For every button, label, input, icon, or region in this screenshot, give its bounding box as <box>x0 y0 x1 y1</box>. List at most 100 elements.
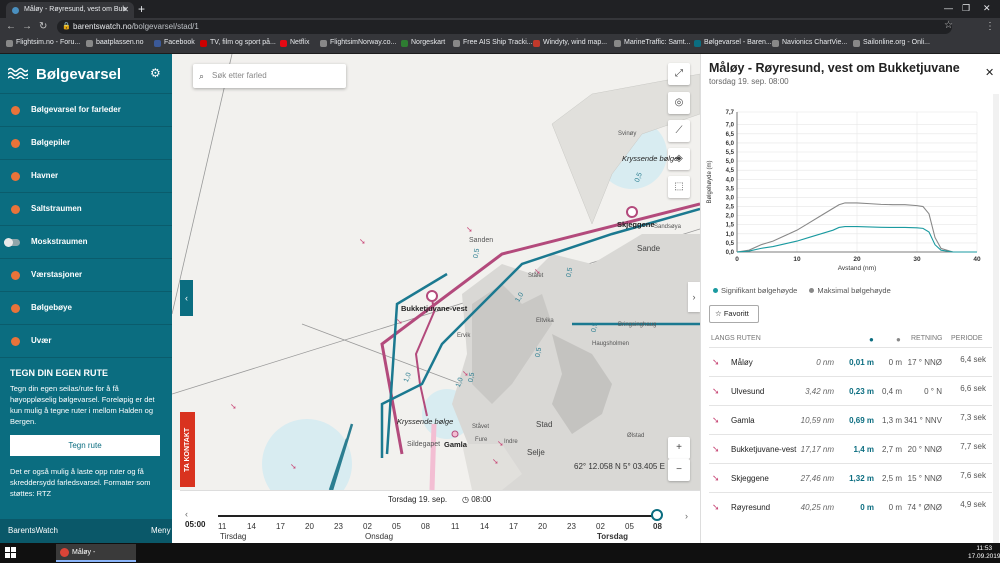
back-icon[interactable]: ← <box>6 21 16 32</box>
route-point-row[interactable]: ➘ Ulvesund 3,42 nm 0,23 m 0,4 m 0 ° N 6,6 sek <box>709 376 992 405</box>
timeline-tick[interactable]: 14 <box>247 522 256 531</box>
zoom-in-button[interactable]: + <box>668 437 690 459</box>
header-period: PERIODE <box>951 335 983 342</box>
bookmark-item[interactable]: Free AIS Ship Tracki... <box>453 39 533 47</box>
bookmark-item[interactable]: baatplassen.no <box>86 39 143 47</box>
timeline-tick[interactable]: 05 <box>625 522 634 531</box>
sidebar-item-moskstraumen[interactable]: Moskstraumen <box>0 226 172 259</box>
max-height: 1,3 m <box>881 416 902 425</box>
window-close-icon[interactable]: ✕ <box>983 3 991 14</box>
sidebar-item-farleder[interactable]: Bølgevarsel for farleder <box>0 94 172 127</box>
minimize-icon[interactable]: — <box>944 3 953 13</box>
sidebar-item-label: Bølgepiler <box>31 138 71 147</box>
route-point-row[interactable]: ➘ Røyresund 40,25 nm 0 m 0 m 74 ° ØNØ 4,9 sek <box>709 492 992 521</box>
timeline-tick[interactable]: 08 <box>653 522 662 531</box>
bookmark-item[interactable]: Flightsim.no - Foru... <box>6 39 80 47</box>
y-tick-label: 4,5 <box>726 168 735 174</box>
taskbar-clock[interactable]: 11:53 17.09.2019 <box>968 545 1000 561</box>
browser-tab[interactable]: Måløy - Røyresund, vest om Buk ✕ <box>6 2 134 18</box>
bookmark-item[interactable]: FlightsimNorway.co... <box>320 39 396 47</box>
route-upload-text: Det er også mulig å laste opp ruter og f… <box>10 467 151 498</box>
bookmark-item[interactable]: Windyty, wind map... <box>533 39 607 47</box>
contact-button[interactable]: TA KONTAKT <box>180 412 195 487</box>
timeline-tick[interactable]: 17 <box>509 522 518 531</box>
layer-toggle-dot[interactable] <box>11 304 20 313</box>
wave-direction: 341 ° NNV <box>904 416 942 425</box>
timeline-tick[interactable]: 02 <box>363 522 372 531</box>
bookmark-item[interactable]: Norgeskart <box>401 39 445 47</box>
wave-period: 6,4 sek <box>960 355 986 364</box>
browser-tab-strip: Måløy - Røyresund, vest om Buk ✕ + — ❐ ✕ <box>0 0 1000 18</box>
barentswatch-logo[interactable]: BarentsWatch <box>8 526 58 535</box>
collapse-sidebar-button[interactable]: ‹ <box>180 280 193 316</box>
bookmark-item[interactable]: Navionics ChartVie... <box>772 39 847 47</box>
layer-toggle-dot[interactable] <box>11 172 20 181</box>
timeline-tick[interactable]: 11 <box>218 522 226 531</box>
route-point-row[interactable]: ➘ Gamla 10,59 nm 0,69 m 1,3 m 341 ° NNV 7,3 se… <box>709 405 992 434</box>
forward-icon[interactable]: → <box>22 21 32 32</box>
layer-toggle-dot[interactable] <box>11 271 20 280</box>
bookmark-item[interactable]: MarineTraffic: Samt... <box>614 39 691 47</box>
share-icon[interactable]: ⬚ <box>668 176 690 198</box>
timeline-track[interactable] <box>218 515 656 517</box>
bookmark-item[interactable]: Bølgevarsel - Baren... <box>694 39 772 47</box>
timeline-tick[interactable]: 23 <box>334 522 343 531</box>
timeline-prev-icon[interactable]: ‹ <box>185 509 188 519</box>
sidebar-item-vaerstasjoner[interactable]: Værstasjoner <box>0 259 172 292</box>
sidebar-item-uvaer[interactable]: Uvær <box>0 325 172 358</box>
sidebar-item-label: Saltstraumen <box>31 204 82 213</box>
layer-toggle-switch[interactable] <box>4 238 20 247</box>
timeline-tick[interactable]: 05 <box>392 522 401 531</box>
reload-icon[interactable]: ↻ <box>39 21 47 32</box>
locate-icon[interactable]: ◎ <box>668 92 690 114</box>
point-distance: 40,25 nm <box>800 503 834 512</box>
close-icon[interactable]: ✕ <box>985 66 994 79</box>
route-point-row[interactable]: ➘ Skjeggene 27,46 nm 1,32 m 2,5 m 15 ° NNØ 7,6… <box>709 463 992 492</box>
map-canvas[interactable]: ➘ ➘ ➘ ➘ ➘ ➘ ➘ ➘ ➘ ⌕ Søk etter farled ⤢ ◎ ⟋ ◈ ⬚ … <box>172 54 700 490</box>
layer-toggle-dot[interactable] <box>11 106 20 115</box>
route-point-row[interactable]: ➘ Bukketjuvane-vest 17,17 nm 1,4 m 2,7 m 20 °… <box>709 434 992 463</box>
layer-toggle-dot[interactable] <box>11 205 20 214</box>
close-tab-icon[interactable]: ✕ <box>122 2 129 18</box>
bookmark-item[interactable]: Sailonline.org - Onli... <box>853 39 930 47</box>
sidebar-item-saltstraumen[interactable]: Saltstraumen <box>0 193 172 226</box>
bookmark-item[interactable]: TV, film og sport på... <box>200 39 276 47</box>
taskbar-chrome-app[interactable]: Måløy - Røyresund,... <box>56 544 136 574</box>
bookmark-star-icon[interactable]: ☆ <box>944 20 953 31</box>
measure-ruler-icon[interactable]: ⟋ <box>668 120 690 142</box>
y-tick-label: 7,0 <box>726 123 735 129</box>
search-input[interactable]: ⌕ Søk etter farled <box>193 64 346 88</box>
fullscreen-icon[interactable]: ⤢ <box>668 63 690 85</box>
bookmark-item[interactable]: Facebook <box>154 39 195 47</box>
timeline-handle[interactable] <box>651 509 663 521</box>
bookmark-item[interactable]: Netflix <box>280 39 309 47</box>
panel-scrollbar[interactable] <box>993 94 999 543</box>
zoom-out-button[interactable]: − <box>668 459 690 481</box>
timeline-tick[interactable]: 02 <box>596 522 605 531</box>
menu-button[interactable]: Meny <box>151 526 171 535</box>
favorite-button[interactable]: ☆ Favoritt <box>709 305 759 323</box>
url-field[interactable]: 🔒 barentswatch.no/bolgevarsel/stad/1 <box>57 20 952 34</box>
timeline-tick[interactable]: 08 <box>421 522 430 531</box>
draw-route-button[interactable]: Tegn rute <box>10 435 160 456</box>
layer-toggle-dot[interactable] <box>11 139 20 148</box>
timeline-tick[interactable]: 23 <box>567 522 576 531</box>
route-point-row[interactable]: ➘ Måløy 0 nm 0,01 m 0 m 17 ° NNØ 6,4 sek <box>709 347 992 376</box>
expand-panel-button[interactable]: › <box>688 282 700 312</box>
timeline-tick[interactable]: 20 <box>305 522 314 531</box>
timeline-next-icon[interactable]: › <box>685 511 688 521</box>
timeline-tick[interactable]: 17 <box>276 522 285 531</box>
layer-toggle-dot[interactable] <box>11 337 20 346</box>
timeline-tick[interactable]: 20 <box>538 522 547 531</box>
new-tab-button[interactable]: + <box>138 2 145 16</box>
sidebar-item-havner[interactable]: Havner <box>0 160 172 193</box>
maximize-icon[interactable]: ❐ <box>962 3 970 14</box>
sidebar-item-bolgepiler[interactable]: Bølgepiler <box>0 127 172 160</box>
timeline-tick[interactable]: 14 <box>480 522 489 531</box>
timeline-tick[interactable]: 11 <box>451 522 459 531</box>
sidebar-item-bolgeboye[interactable]: Bølgebøye <box>0 292 172 325</box>
timeline-date: Torsdag 19. sep. <box>388 495 448 504</box>
browser-menu-icon[interactable]: ⋮ <box>985 21 995 32</box>
gear-icon[interactable]: ⚙ <box>150 66 161 80</box>
windows-start-icon[interactable] <box>5 547 17 559</box>
